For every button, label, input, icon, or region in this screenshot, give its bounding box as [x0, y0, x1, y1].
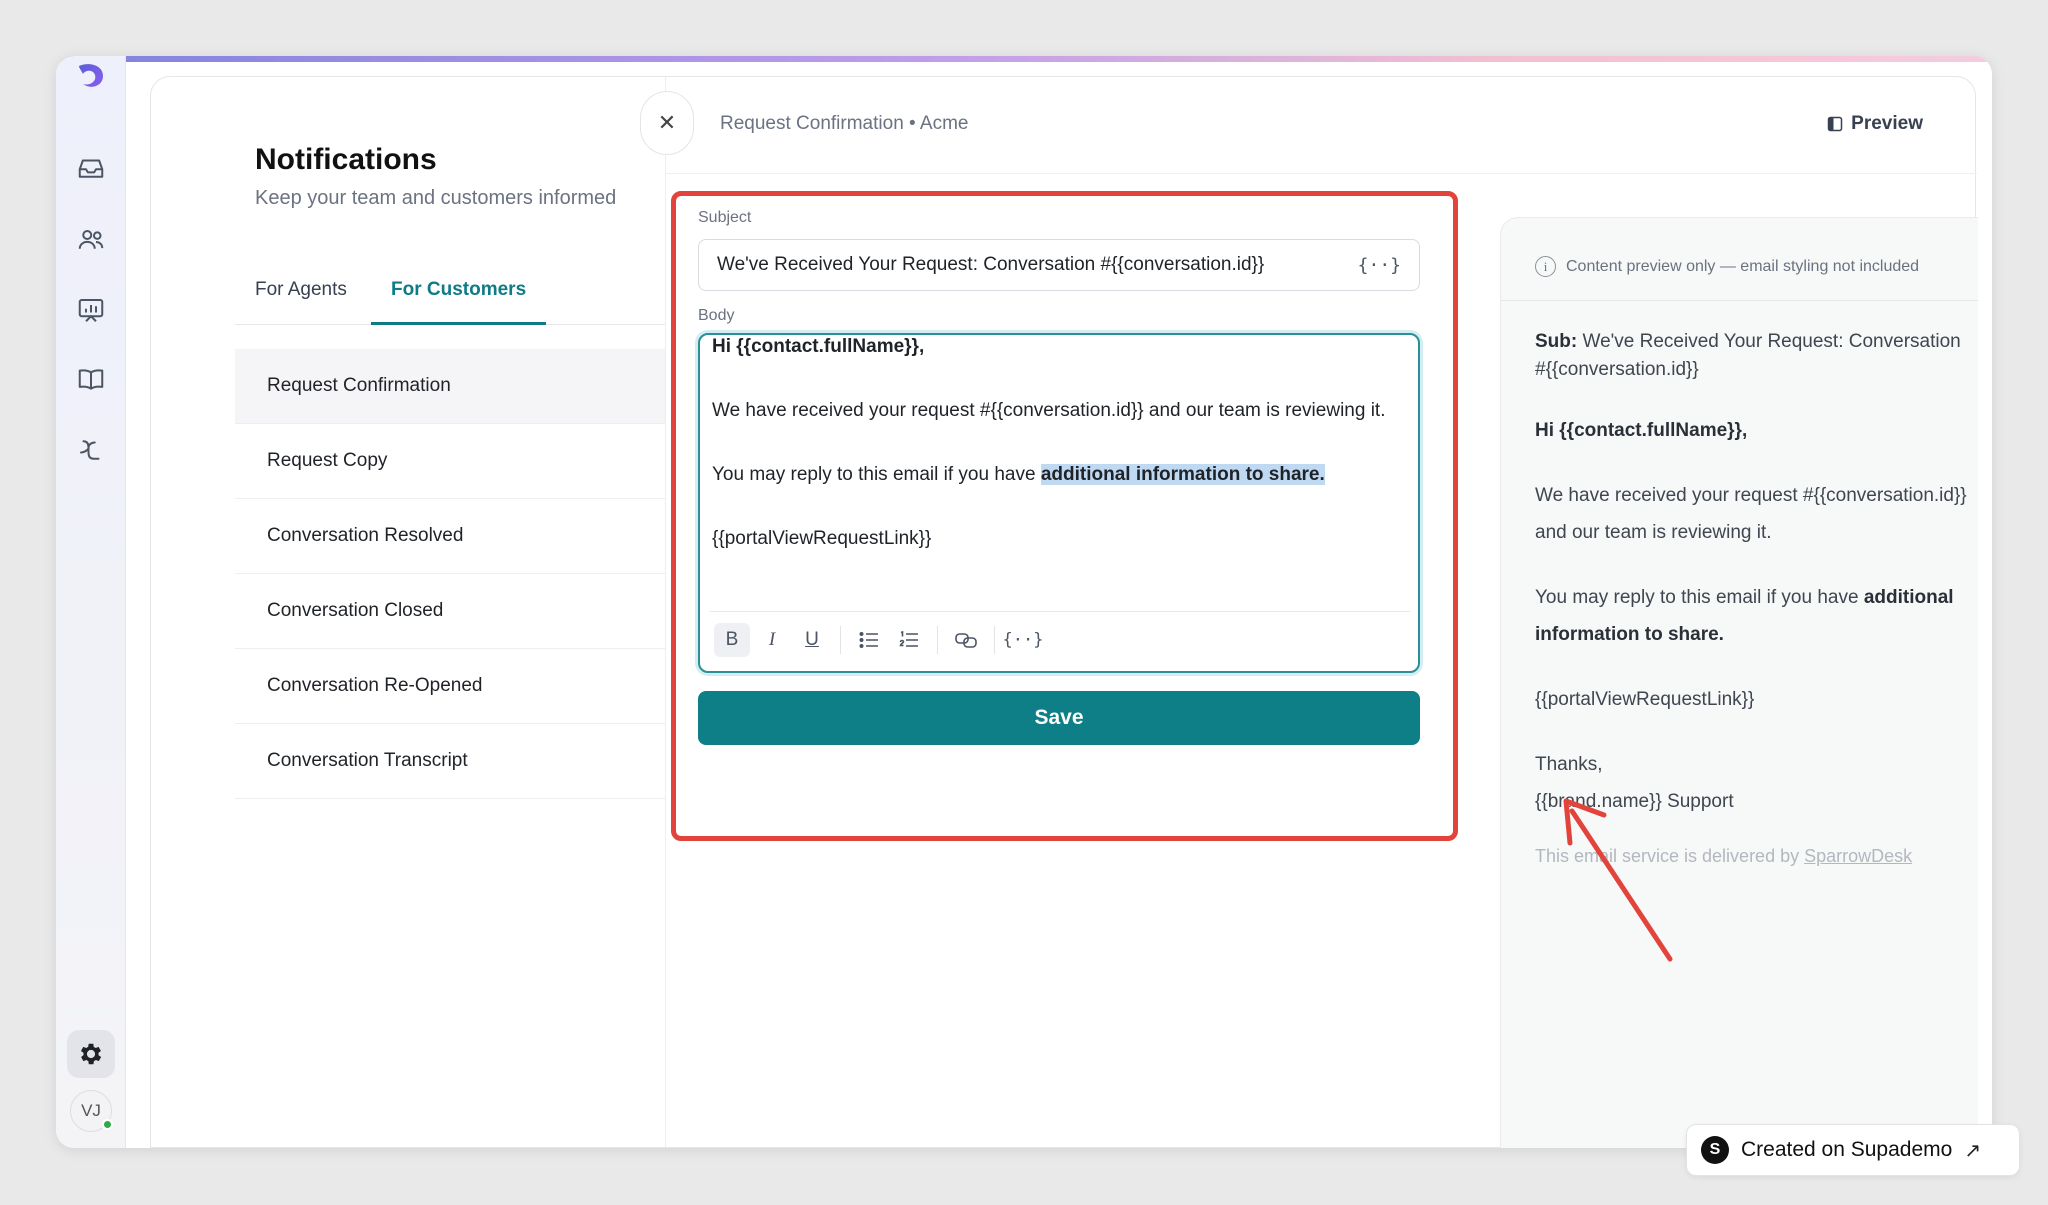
variable-icon[interactable]: {··} — [1003, 623, 1044, 657]
insert-variable-icon[interactable]: {··} — [1358, 255, 1401, 276]
notification-list: Request Confirmation Request Copy Conver… — [235, 349, 665, 799]
save-button[interactable]: Save — [698, 691, 1420, 745]
subject-label: Subject — [698, 209, 752, 226]
top-gradient-bar — [56, 56, 1992, 62]
automation-icon[interactable] — [73, 432, 109, 468]
notification-item-conversation-resolved[interactable]: Conversation Resolved — [235, 499, 665, 574]
body-link-variable: {{portalViewRequestLink}} — [712, 528, 932, 549]
close-icon[interactable]: ✕ — [640, 91, 694, 155]
tab-for-agents[interactable]: For Agents — [235, 279, 367, 325]
email-preview-pane: i Content preview only — email styling n… — [1500, 217, 1978, 1148]
body-greeting: Hi {{contact.fullName}}, — [712, 336, 925, 357]
preview-divider — [1501, 300, 1978, 301]
avatar-initials: VJ — [81, 1101, 101, 1120]
page-title: Notifications — [255, 143, 437, 176]
supademo-badge[interactable]: S Created on Supademo ↗ — [1686, 1124, 2020, 1176]
supademo-logo-icon: S — [1701, 1136, 1729, 1164]
audience-tabs: For Agents For Customers — [235, 271, 665, 325]
bold-button[interactable]: B — [714, 622, 750, 657]
preview-line-1: We have received your request #{{convers… — [1535, 485, 1967, 543]
notification-item-conversation-reopened[interactable]: Conversation Re-Opened — [235, 649, 665, 724]
numbered-list-icon[interactable] — [891, 623, 927, 657]
reports-icon[interactable] — [73, 292, 109, 328]
sidebar: VJ — [56, 56, 126, 1148]
preview-button-label: Preview — [1851, 113, 1923, 134]
inbox-icon[interactable] — [73, 150, 109, 186]
preview-subject: Sub: We've Received Your Request: Conver… — [1535, 331, 1961, 380]
header-divider — [666, 173, 1977, 174]
body-text[interactable]: Hi {{contact.fullName}}, We have receive… — [712, 335, 1408, 555]
tab-for-customers[interactable]: For Customers — [371, 279, 547, 325]
preview-greeting: Hi {{contact.fullName}}, — [1535, 420, 1748, 441]
body-line-2: You may reply to this email if you have … — [712, 464, 1325, 485]
sparrowdesk-link[interactable]: SparrowDesk — [1804, 846, 1912, 866]
logo-icon[interactable] — [73, 58, 109, 94]
body-line-1: We have received your request #{{convers… — [712, 400, 1386, 421]
notification-item-conversation-transcript[interactable]: Conversation Transcript — [235, 724, 665, 799]
toolbar-divider — [994, 625, 995, 654]
breadcrumb: Request Confirmation • Acme — [720, 113, 969, 134]
notification-item-request-copy[interactable]: Request Copy — [235, 424, 665, 499]
contacts-icon[interactable] — [73, 222, 109, 258]
preview-link-variable: {{portalViewRequestLink}} — [1535, 689, 1755, 710]
italic-button[interactable]: I — [754, 623, 790, 657]
online-status-dot — [102, 1119, 113, 1130]
main-panel: Notifications Keep your team and custome… — [150, 76, 1978, 1148]
subject-input[interactable]: We've Received Your Request: Conversatio… — [698, 239, 1420, 291]
supademo-text: Created on Supademo — [1741, 1138, 1953, 1161]
panel-icon — [1827, 116, 1843, 132]
formatting-toolbar: B I U {··} — [710, 611, 1410, 667]
toolbar-divider — [937, 625, 938, 654]
body-editor[interactable]: Hi {{contact.fullName}}, We have receive… — [698, 333, 1420, 673]
preview-button[interactable]: Preview — [1827, 113, 1923, 135]
external-link-icon: ↗ — [1964, 1138, 1982, 1162]
preview-line-2: You may reply to this email if you have … — [1535, 587, 1954, 645]
toolbar-divider — [840, 625, 841, 654]
selected-text: additional information to share. — [1040, 464, 1325, 485]
notification-item-request-confirmation[interactable]: Request Confirmation — [235, 349, 665, 424]
preview-note: i Content preview only — email styling n… — [1535, 256, 1919, 277]
avatar[interactable]: VJ — [70, 1090, 113, 1132]
link-icon[interactable] — [948, 623, 984, 657]
annotation-arrow — [1563, 798, 1673, 962]
underline-button[interactable]: U — [794, 623, 830, 657]
info-icon: i — [1535, 256, 1556, 277]
app-window: VJ Notifications Keep your team and cust… — [56, 56, 1992, 1148]
notification-item-conversation-closed[interactable]: Conversation Closed — [235, 574, 665, 649]
settings-icon[interactable] — [67, 1030, 115, 1078]
preview-thanks: Thanks, — [1535, 754, 1603, 775]
bullet-list-icon[interactable] — [851, 623, 887, 657]
knowledge-base-icon[interactable] — [73, 362, 109, 398]
subject-value: We've Received Your Request: Conversatio… — [717, 254, 1265, 275]
notifications-column: Notifications Keep your team and custome… — [151, 77, 665, 1147]
page-subtitle: Keep your team and customers informed — [255, 187, 617, 209]
editor-panel: ✕ Request Confirmation • Acme Preview Su… — [640, 77, 1978, 1148]
body-label: Body — [698, 307, 735, 324]
preview-note-text: Content preview only — email styling not… — [1566, 257, 1920, 275]
